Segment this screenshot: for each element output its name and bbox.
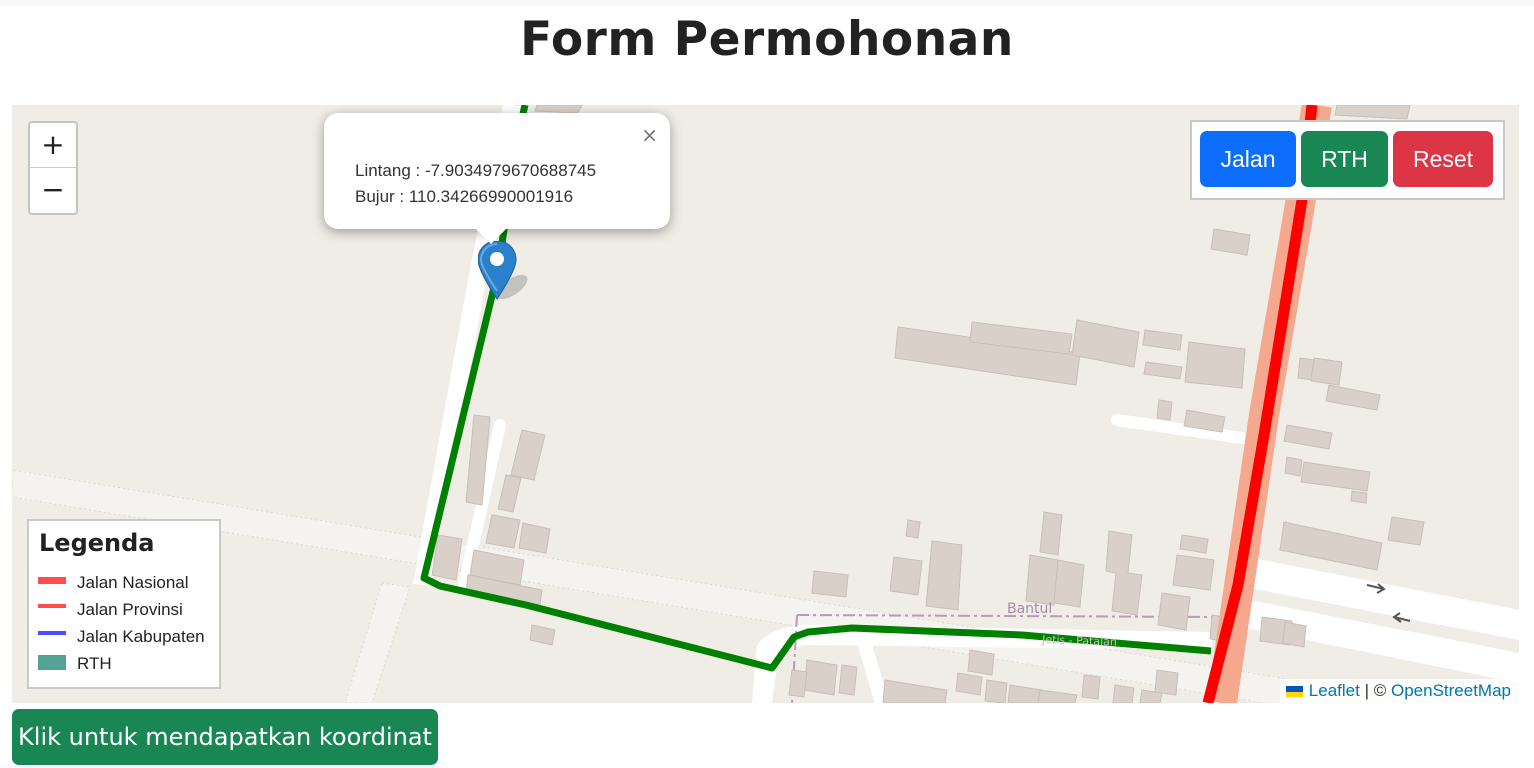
top-bar [0,0,1534,6]
jalan-button[interactable]: Jalan [1200,131,1296,187]
map-marker-icon[interactable] [477,240,538,308]
leaflet-link[interactable]: Leaflet [1309,681,1360,700]
legend-label: RTH [77,654,112,673]
page-title: Form Permohonan [520,12,1014,67]
map-attribution: Leaflet | © OpenStreetMap [1279,679,1519,703]
area-label: Bantul [1007,601,1052,617]
coordinate-popup: × Lintang : -7.9034979670688745 Bujur : … [324,113,670,244]
legend-swatch [38,577,66,584]
legend-panel: Legenda Jalan Nasional Jalan Provinsi Ja… [27,519,221,689]
zoom-control: + − [28,121,78,215]
popup-tip [476,229,506,244]
rth-button[interactable]: RTH [1301,131,1388,187]
legend-label: Jalan Nasional [77,573,189,592]
reset-button[interactable]: Reset [1393,131,1493,187]
legend-swatch [38,631,66,635]
openstreetmap-link[interactable]: OpenStreetMap [1391,681,1511,700]
longitude-text: Bujur : 110.34266990001916 [355,187,574,206]
map-container[interactable]: Bantul Jetis - Patalan + − × Lintang : -… [12,105,1519,703]
get-coordinates-button[interactable]: Klik untuk mendapatkan koordinat [12,709,438,765]
popup-close-button[interactable]: × [641,123,658,147]
track-road-2 [344,582,411,703]
ukraine-flag-icon [1285,686,1303,697]
legend-label: Jalan Kabupaten [77,627,205,646]
legend-label: Jalan Provinsi [77,600,183,619]
zoom-out-button[interactable]: − [30,168,76,212]
layer-button-group: Jalan RTH Reset [1190,120,1505,200]
zoom-in-button[interactable]: + [30,123,76,168]
attribution-separator: | © [1364,681,1387,700]
latitude-text: Lintang : -7.9034979670688745 [355,161,597,180]
road-label: Jetis - Patalan [1041,633,1117,649]
legend-swatch [38,655,66,670]
legend-title: Legenda [39,529,155,557]
legend-swatch [38,604,66,608]
